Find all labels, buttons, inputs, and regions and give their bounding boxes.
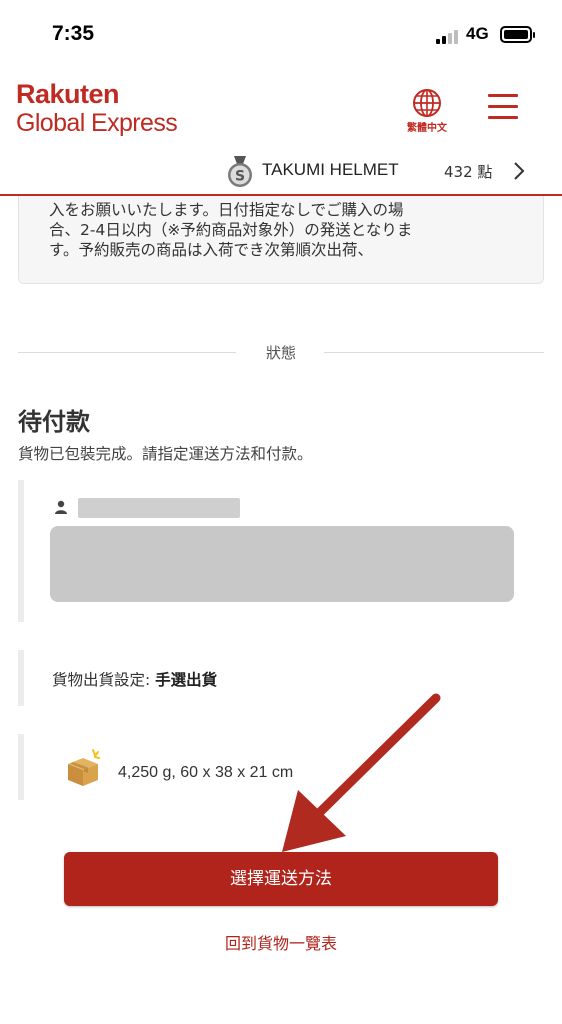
package-card: 4,250 g, 60 x 38 x 21 cm: [18, 734, 544, 800]
shipping-setting-label: 貨物出貨設定:: [52, 671, 156, 689]
notice-box: 入をお願いいたします。日付指定なしでご購入の場 合、2-4日以内（※予約商品対象…: [18, 196, 544, 284]
language-selector[interactable]: 繁體中文: [402, 88, 452, 134]
person-icon: [55, 500, 67, 514]
user-account-row[interactable]: S TAKUMI HELMET 432 點: [0, 152, 562, 192]
shipping-setting: 貨物出貨設定: 手選出貨: [52, 668, 217, 690]
medal-icon: S: [228, 156, 252, 187]
logo-top-text: Rakuten: [16, 79, 120, 109]
rakuten-logo[interactable]: Rakuten Global Express: [16, 79, 178, 138]
globe-icon: [413, 89, 441, 117]
language-label: 繁體中文: [407, 123, 447, 134]
status-description: 貨物已包裝完成。請指定運送方法和付款。: [18, 445, 313, 463]
divider-label: 狀態: [265, 344, 296, 362]
chevron-right-icon: [514, 162, 525, 180]
package-box-icon: [68, 749, 100, 786]
user-name: TAKUMI HELMET: [262, 160, 399, 179]
app-header: Rakuten Global Express 繁體中文 S TAKUMI HEL…: [0, 64, 562, 196]
redacted-address: [50, 526, 514, 602]
network-label: 4G: [466, 24, 489, 43]
select-shipping-button[interactable]: 選擇運送方法: [64, 852, 498, 906]
redacted-recipient-name: [78, 498, 240, 518]
status-bar: 7:35 4G: [0, 0, 562, 64]
notice-line: す。予約販売の商品は入荷でき次第順次出荷、: [49, 241, 373, 259]
status-divider: 狀態: [18, 340, 544, 364]
notice-line: 入をお願いいたします。日付指定なしでご購入の場: [49, 201, 404, 219]
shipping-setting-value: 手選出貨: [155, 671, 218, 689]
notice-line: 合、2-4日以内（※予約商品対象外）の発送となりま: [49, 221, 413, 239]
back-to-list-link[interactable]: 回到貨物一覽表: [0, 930, 562, 954]
status-title: 待付款: [18, 408, 90, 436]
battery-icon: [500, 26, 535, 43]
svg-text:S: S: [235, 169, 245, 185]
points-balance: 432 點: [444, 163, 493, 181]
signal-icon: [436, 28, 462, 44]
logo-bottom-text: Global Express: [16, 109, 178, 137]
address-card: [18, 480, 544, 622]
menu-icon[interactable]: [488, 94, 520, 120]
shipping-setting-card: 貨物出貨設定: 手選出貨: [18, 650, 544, 706]
status-time: 7:35: [52, 22, 95, 45]
package-details: 4,250 g, 60 x 38 x 21 cm: [118, 764, 294, 781]
